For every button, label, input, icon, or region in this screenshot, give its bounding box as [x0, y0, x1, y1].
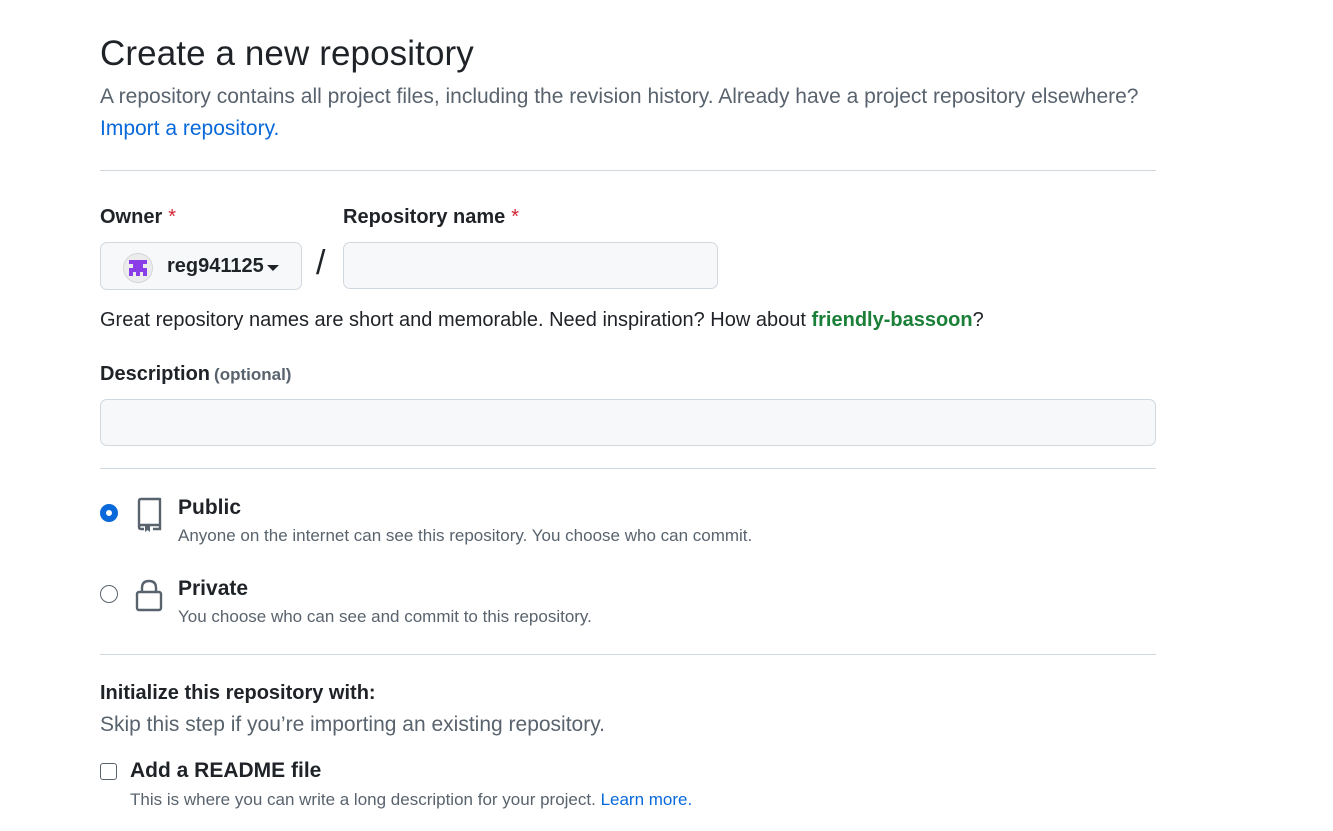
add-readme-label[interactable]: Add a README file	[130, 759, 321, 783]
initialize-subtitle: Skip this step if you’re importing an ex…	[100, 713, 606, 736]
repository-name-hint: Great repository names are short and mem…	[100, 309, 984, 332]
hint-text: Great repository names are short and mem…	[100, 309, 812, 331]
owner-select-button[interactable]: reg941125	[100, 242, 302, 290]
private-description: You choose who can see and commit to thi…	[178, 607, 592, 626]
page-subtitle: A repository contains all project files,…	[100, 85, 1139, 108]
repository-name-label-text: Repository name	[343, 206, 506, 228]
learn-more-link[interactable]: Learn more.	[601, 790, 693, 809]
add-readme-checkbox[interactable]	[100, 763, 117, 780]
lock-icon	[135, 579, 163, 612]
public-description: Anyone on the internet can see this repo…	[178, 526, 753, 545]
repository-name-label: Repository name *	[343, 206, 519, 229]
owner-required-mark: *	[168, 206, 177, 228]
initialize-title: Initialize this repository with:	[100, 682, 376, 704]
readme-description-text: This is where you can write a long descr…	[130, 790, 596, 809]
hint-suffix: ?	[972, 309, 984, 331]
name-suggestion-link[interactable]: friendly-bassoon	[811, 309, 972, 331]
public-title: Public	[178, 496, 242, 519]
divider	[100, 170, 1156, 171]
import-repository-link[interactable]: Import a repository.	[100, 117, 279, 141]
divider	[100, 654, 1156, 655]
description-optional-label: (optional)	[214, 365, 292, 384]
repository-name-required-mark: *	[511, 206, 520, 228]
private-radio[interactable]	[100, 585, 118, 603]
public-radio[interactable]	[101, 505, 117, 521]
owner-name: reg941125	[167, 255, 264, 277]
repository-name-input[interactable]	[343, 242, 718, 289]
owner-avatar	[123, 253, 153, 283]
owner-label-text: Owner	[100, 206, 163, 228]
owner-repo-separator: /	[316, 244, 326, 282]
description-input[interactable]	[100, 399, 1156, 446]
identicon-icon	[129, 260, 147, 276]
divider	[100, 468, 1156, 469]
repo-icon	[137, 497, 162, 532]
private-title: Private	[178, 577, 249, 600]
owner-label: Owner *	[100, 206, 176, 229]
description-label-text: Description	[100, 363, 211, 385]
description-label: Description (optional)	[100, 363, 291, 386]
page-title: Create a new repository	[100, 34, 474, 73]
readme-description: This is where you can write a long descr…	[130, 790, 692, 810]
caret-down-icon	[267, 265, 279, 271]
